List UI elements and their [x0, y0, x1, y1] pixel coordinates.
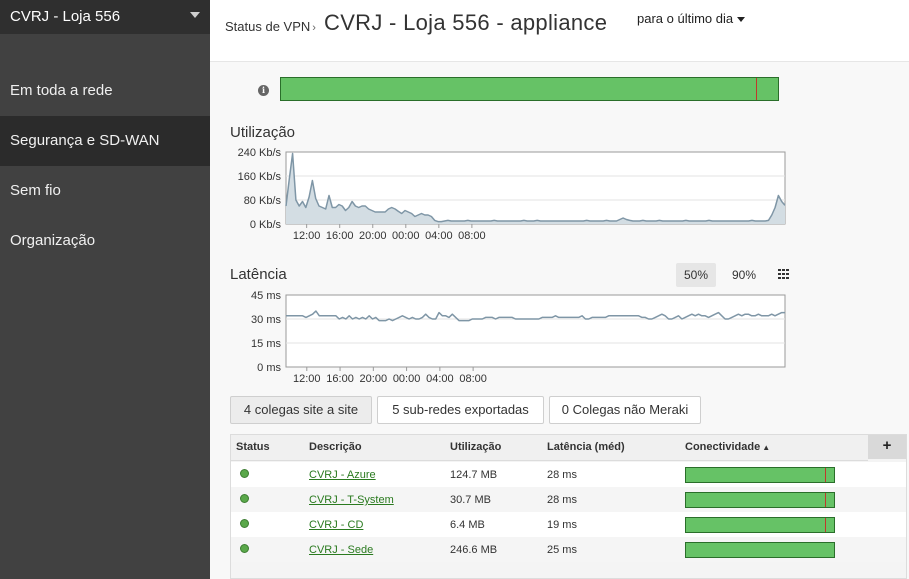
time-range-dropdown[interactable]: para o último dia — [637, 11, 746, 26]
percentile-90-button[interactable]: 90% — [724, 263, 764, 287]
table-header: Status Descrição Utilização Latência (mé… — [231, 435, 868, 461]
sidebar-item-em-toda-a-rede[interactable]: Em toda a rede — [0, 66, 210, 116]
main-content: i Utilização 240 Kb/s 160 Kb/s 80 Kb/s 0 Kb… — [210, 62, 909, 579]
sidebar-item-seguranca-sd-wan[interactable]: Segurança e SD-WAN — [0, 116, 210, 166]
util-y-tick-label: 0 Kb/s — [250, 219, 282, 231]
status-online-icon — [240, 494, 249, 503]
peer-connectivity-bar — [685, 517, 835, 533]
tab-non-meraki-peers[interactable]: 0 Colegas não Meraki — [549, 396, 701, 424]
col-utilization[interactable]: Utilização — [450, 441, 501, 453]
peer-link-cd[interactable]: CVRJ - CD — [309, 519, 363, 531]
chevron-down-icon — [190, 12, 200, 18]
lat-y-tick-label: 15 ms — [251, 338, 281, 350]
info-icon[interactable]: i — [258, 85, 269, 96]
util-x-tick-label: 00:00 — [392, 230, 420, 242]
lat-x-tick-label: 04:00 — [426, 373, 454, 385]
percentile-50-button[interactable]: 50% — [676, 263, 716, 287]
lat-x-tick-label: 00:00 — [393, 373, 421, 385]
breadcrumb: Status de VPN › — [225, 19, 318, 34]
col-connectivity[interactable]: Conectividade ▲ — [685, 441, 770, 453]
table-row: CVRJ - CD 6.4 MB 19 ms — [231, 512, 906, 537]
lat-x-tick-label: 08:00 — [459, 373, 487, 385]
overview-connectivity-bar — [280, 77, 779, 101]
util-x-tick-label: 08:00 — [458, 230, 486, 242]
network-selector[interactable]: CVRJ - Loja 556 — [0, 0, 210, 34]
peer-latency: 28 ms — [547, 469, 577, 481]
grid-icon[interactable] — [778, 269, 790, 279]
connectivity-drop-mark — [825, 468, 826, 482]
latency-title: Latência — [230, 266, 287, 283]
network-name: CVRJ - Loja 556 — [10, 8, 121, 25]
sidebar: CVRJ - Loja 556 Em toda a rede Segurança… — [0, 0, 210, 579]
col-connectivity-label: Conectividade — [685, 441, 761, 453]
peer-link-t-system[interactable]: CVRJ - T-System — [309, 494, 394, 506]
lat-y-tick-label: 45 ms — [251, 290, 281, 302]
tab-exported-subnets[interactable]: 5 sub-redes exportadas — [377, 396, 544, 424]
caret-down-icon — [737, 17, 746, 23]
utilization-chart: 240 Kb/s 160 Kb/s 80 Kb/s 0 Kb/s 12:00 16:00 2… — [238, 147, 786, 242]
sort-ascending-icon: ▲ — [762, 443, 771, 452]
tab-site-to-site-peers[interactable]: 4 colegas site a site — [230, 396, 372, 424]
util-y-tick-label: 240 Kb/s — [238, 147, 282, 159]
sidebar-item-label: Organização — [10, 232, 96, 249]
page-title: CVRJ - Loja 556 - appliance — [324, 10, 608, 35]
sidebar-item-label: Sem fio — [10, 182, 61, 199]
status-online-icon — [240, 469, 249, 478]
sidebar-item-label: Segurança e SD-WAN — [10, 132, 160, 149]
peers-table: Status Descrição Utilização Latência (mé… — [230, 434, 907, 579]
lat-x-tick-label: 12:00 — [293, 373, 321, 385]
col-description[interactable]: Descrição — [309, 441, 362, 453]
table-row: CVRJ - T-System 30.7 MB 28 ms — [231, 487, 906, 512]
util-x-tick-label: 12:00 — [293, 230, 321, 242]
util-y-tick-label: 160 Kb/s — [238, 171, 282, 183]
add-column-button[interactable]: + — [868, 435, 906, 459]
connectivity-drop-mark — [756, 78, 757, 100]
table-row: CVRJ - Sede 246.6 MB 25 ms — [231, 537, 906, 562]
peer-latency: 19 ms — [547, 519, 577, 531]
col-latency[interactable]: Latência (méd) — [547, 441, 625, 453]
latency-chart: 45 ms 30 ms 15 ms 0 ms 12:00 16:00 20:00 00:00 0… — [251, 290, 786, 385]
breadcrumb-separator: › — [312, 22, 316, 34]
breadcrumb-link[interactable]: Status de VPN — [225, 19, 310, 34]
util-x-tick-label: 04:00 — [425, 230, 453, 242]
connectivity-drop-mark — [825, 493, 826, 507]
peer-link-azure[interactable]: CVRJ - Azure — [309, 469, 376, 481]
col-status[interactable]: Status — [236, 441, 270, 453]
sidebar-item-sem-fio[interactable]: Sem fio — [0, 166, 210, 216]
util-y-tick-label: 80 Kb/s — [244, 195, 282, 207]
table-row: CVRJ - Azure 124.7 MB 28 ms — [231, 462, 906, 487]
peer-utilization: 6.4 MB — [450, 519, 485, 531]
peer-utilization: 246.6 MB — [450, 544, 498, 556]
util-x-tick-label: 16:00 — [326, 230, 354, 242]
app-root: CVRJ - Loja 556 Em toda a rede Segurança… — [0, 0, 909, 579]
lat-y-tick-label: 0 ms — [257, 362, 281, 374]
peer-link-sede[interactable]: CVRJ - Sede — [309, 544, 373, 556]
utilization-title: Utilização — [230, 124, 296, 141]
peer-connectivity-bar — [685, 492, 835, 508]
lat-plot-area — [285, 294, 786, 368]
lat-y-tick-label: 30 ms — [251, 314, 281, 326]
time-range-label: para o último dia — [637, 11, 734, 26]
status-online-icon — [240, 544, 249, 553]
peer-connectivity-bar — [685, 542, 835, 558]
lat-x-tick-label: 20:00 — [360, 373, 388, 385]
page-header: Status de VPN › CVRJ - Loja 556 - applian… — [210, 0, 909, 62]
peer-latency: 25 ms — [547, 544, 577, 556]
sidebar-item-label: Em toda a rede — [10, 82, 113, 99]
peer-latency: 28 ms — [547, 494, 577, 506]
peer-utilization: 124.7 MB — [450, 469, 498, 481]
status-online-icon — [240, 519, 249, 528]
sidebar-item-organizacao[interactable]: Organização — [0, 216, 210, 266]
peer-utilization: 30.7 MB — [450, 494, 491, 506]
peer-connectivity-bar — [685, 467, 835, 483]
util-x-tick-label: 20:00 — [359, 230, 387, 242]
connectivity-drop-mark — [825, 518, 826, 532]
lat-x-tick-label: 16:00 — [326, 373, 354, 385]
